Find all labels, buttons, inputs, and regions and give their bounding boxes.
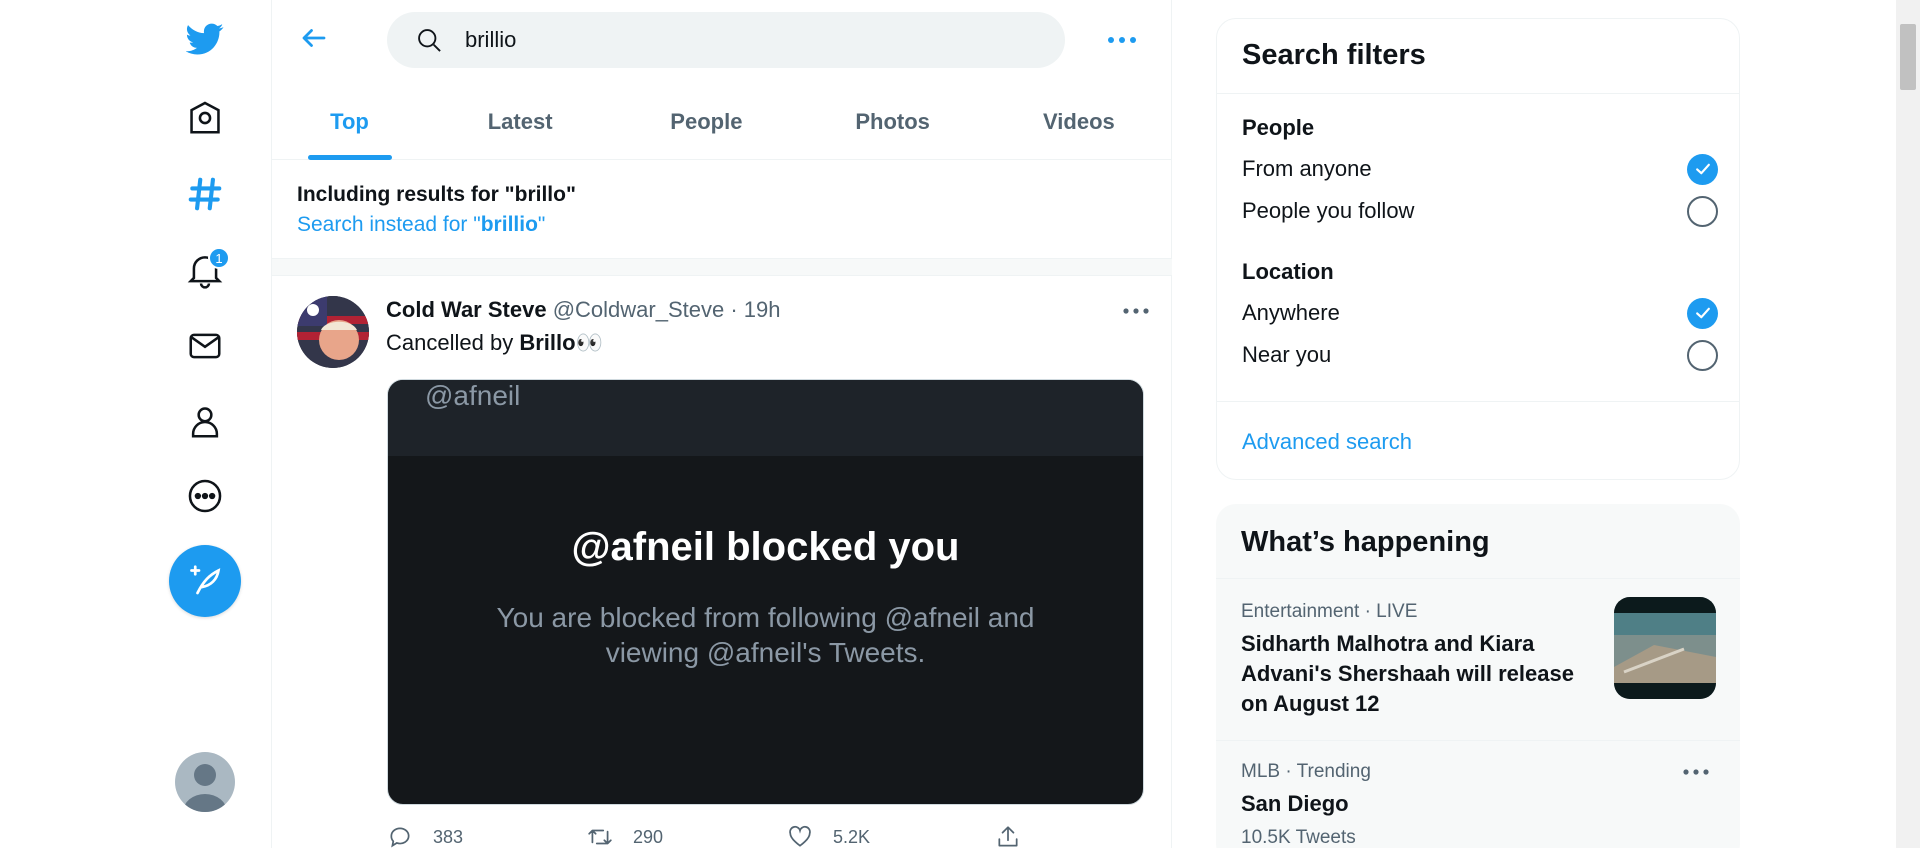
reply-button[interactable]: 383 bbox=[387, 824, 463, 848]
profile-person-icon[interactable] bbox=[175, 392, 235, 452]
tweet-author-avatar[interactable] bbox=[297, 296, 369, 368]
account-avatar[interactable] bbox=[175, 752, 235, 812]
tab-photos[interactable]: Photos bbox=[800, 84, 986, 159]
search-instead-link[interactable]: Search instead for "brillio" bbox=[297, 210, 576, 240]
notification-badge: 1 bbox=[208, 247, 230, 269]
heart-icon bbox=[789, 825, 811, 847]
trend-context: Entertainment · LIVE bbox=[1241, 601, 1418, 622]
people-filter-label: People bbox=[1242, 115, 1315, 140]
tweet-author-handle[interactable]: @Coldwar_Steve bbox=[553, 297, 725, 322]
filter-anywhere[interactable]: Anywhere bbox=[1242, 295, 1718, 331]
filter-from-anyone-label: From anyone bbox=[1242, 156, 1372, 181]
trend-item[interactable]: Entertainment · LIVE Sidharth Malhotra a… bbox=[1216, 578, 1740, 740]
tweet-author-name[interactable]: Cold War Steve bbox=[386, 297, 547, 322]
like-count: 5.2K bbox=[833, 826, 871, 847]
search-box[interactable] bbox=[387, 12, 1065, 68]
messages-envelope-icon[interactable] bbox=[175, 316, 235, 376]
including-results-text: Including results for "brillo" bbox=[297, 183, 576, 206]
whats-happening-card: What’s happening Entertainment · LIVE Si… bbox=[1216, 504, 1740, 848]
more-options-icon[interactable] bbox=[175, 466, 235, 526]
check-radio-icon[interactable] bbox=[1687, 153, 1718, 185]
feather-plus-icon bbox=[190, 565, 221, 595]
check-radio-icon[interactable] bbox=[1687, 297, 1718, 329]
trend-title: Sidharth Malhotra and Kiara Advani's She… bbox=[1241, 631, 1574, 716]
tab-top[interactable]: Top bbox=[272, 84, 427, 159]
tab-people[interactable]: People bbox=[613, 84, 799, 159]
advanced-search-link[interactable]: Advanced search bbox=[1242, 429, 1412, 455]
home-icon[interactable] bbox=[175, 88, 235, 148]
tweet-text: Cancelled by Brillo👀 bbox=[386, 330, 603, 356]
tweet[interactable]: Cold War Steve @Coldwar_Steve · 19h Canc… bbox=[272, 276, 1172, 848]
search-input[interactable] bbox=[465, 27, 985, 53]
tweet-header: Cold War Steve @Coldwar_Steve · 19h bbox=[386, 297, 781, 323]
search-icon bbox=[418, 29, 441, 52]
notifications-bell-icon[interactable]: 1 bbox=[175, 240, 235, 300]
explore-hashtag-icon[interactable] bbox=[175, 164, 235, 224]
eyes-emoji: 👀 bbox=[575, 330, 603, 355]
media-blocked-title: @afneil blocked you bbox=[571, 525, 960, 569]
retweet-icon bbox=[588, 829, 612, 845]
filter-people-you-follow[interactable]: People you follow bbox=[1242, 193, 1718, 229]
tweet-actions: 383 290 5.2K bbox=[387, 824, 1087, 848]
search-tabs: Top Latest People Photos Videos bbox=[272, 84, 1172, 160]
media-handle-text: @afneil bbox=[425, 380, 521, 411]
trend-title: San Diego bbox=[1241, 791, 1349, 816]
back-arrow-icon[interactable] bbox=[294, 18, 334, 58]
trend-more-icon[interactable] bbox=[1676, 757, 1716, 787]
share-button[interactable] bbox=[995, 824, 1041, 848]
trend-item[interactable]: MLB · Trending San Diego 10.5K Tweets bbox=[1216, 740, 1740, 848]
filter-near-you-label: Near you bbox=[1242, 342, 1332, 367]
search-filters-card: Search filters People From anyone People… bbox=[1216, 18, 1740, 480]
tab-latest[interactable]: Latest bbox=[427, 84, 613, 159]
twitter-logo-icon[interactable] bbox=[175, 9, 235, 69]
main-column: Top Latest People Photos Videos Includin… bbox=[272, 0, 1172, 848]
trend-thumbnail-image bbox=[1614, 597, 1716, 699]
tweet-media-image[interactable]: @afneil @afneil blocked you You are bloc… bbox=[387, 379, 1144, 805]
scrollbar-thumb[interactable] bbox=[1900, 24, 1916, 90]
whats-happening-title: What’s happening bbox=[1241, 526, 1490, 558]
tab-videos[interactable]: Videos bbox=[986, 84, 1172, 159]
filters-divider bbox=[1217, 401, 1739, 402]
trend-tweet-count: 10.5K Tweets bbox=[1241, 827, 1356, 848]
like-button[interactable]: 5.2K bbox=[787, 824, 870, 848]
tweet-more-icon[interactable] bbox=[1116, 296, 1156, 326]
filter-from-anyone[interactable]: From anyone bbox=[1242, 151, 1718, 187]
search-more-icon[interactable] bbox=[1102, 22, 1142, 58]
search-instead-term: brillio bbox=[480, 213, 538, 236]
search-instead-suffix: " bbox=[537, 213, 546, 236]
spelling-notice: Including results for "brillo" Search in… bbox=[297, 180, 576, 240]
retweet-count: 290 bbox=[633, 826, 664, 847]
search-filters-title: Search filters bbox=[1242, 39, 1426, 71]
section-separator bbox=[272, 258, 1172, 276]
media-blocked-subtitle: You are blocked from following @afneil a… bbox=[496, 602, 1035, 668]
filter-anywhere-label: Anywhere bbox=[1242, 300, 1340, 325]
share-icon bbox=[998, 826, 1018, 847]
page-scrollbar[interactable] bbox=[1896, 0, 1920, 848]
search-instead-prefix: Search instead for " bbox=[297, 213, 481, 236]
filters-divider bbox=[1217, 93, 1739, 94]
tweet-text-highlight: Brillo bbox=[519, 330, 576, 355]
reply-icon bbox=[390, 827, 410, 848]
empty-radio-icon[interactable] bbox=[1687, 339, 1718, 371]
tweet-text-prefix: Cancelled by bbox=[386, 330, 520, 355]
reply-count: 383 bbox=[433, 826, 464, 847]
retweet-button[interactable]: 290 bbox=[587, 824, 663, 848]
filter-near-you[interactable]: Near you bbox=[1242, 337, 1718, 373]
empty-radio-icon[interactable] bbox=[1687, 195, 1718, 227]
tweet-dot: · bbox=[730, 297, 738, 322]
filter-people-you-follow-label: People you follow bbox=[1242, 198, 1415, 223]
tweet-time[interactable]: 19h bbox=[744, 297, 781, 322]
compose-tweet-button[interactable] bbox=[169, 545, 241, 617]
trend-context: MLB · Trending bbox=[1241, 761, 1371, 782]
left-nav: 1 bbox=[0, 0, 272, 848]
location-filter-label: Location bbox=[1242, 259, 1334, 284]
